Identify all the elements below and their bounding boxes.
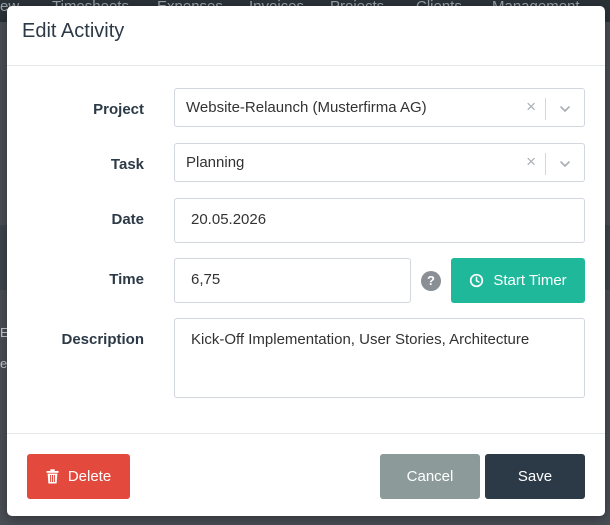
project-label: Project xyxy=(93,101,144,118)
dialog-title: Edit Activity xyxy=(22,20,125,42)
save-button[interactable]: Save xyxy=(485,454,585,499)
start-timer-button[interactable]: Start Timer xyxy=(451,258,585,303)
date-label: Date xyxy=(111,211,144,228)
chevron-down-icon[interactable] xyxy=(559,158,571,170)
task-label: Task xyxy=(110,156,144,173)
delete-button[interactable]: Delete xyxy=(27,454,130,499)
task-value: Planning xyxy=(186,154,245,171)
edit-activity-dialog: Edit Activity Project Website-Relaunch (… xyxy=(7,6,605,516)
description-textarea[interactable]: Kick-Off Implementation, User Stories, A… xyxy=(174,318,585,398)
description-label: Description xyxy=(61,331,144,348)
project-select[interactable]: Website-Relaunch (Musterfirma AG) × xyxy=(174,88,585,127)
date-input[interactable]: 20.05.2026 xyxy=(174,198,585,243)
time-value: 6,75 xyxy=(191,271,221,288)
project-clear-icon[interactable]: × xyxy=(526,97,536,117)
time-label: Time xyxy=(109,271,144,288)
start-timer-label: Start Timer xyxy=(493,272,567,289)
select-separator xyxy=(545,98,546,120)
clock-icon xyxy=(469,273,484,288)
task-clear-icon[interactable]: × xyxy=(526,152,536,172)
delete-label: Delete xyxy=(67,468,112,485)
chevron-down-icon[interactable] xyxy=(559,103,571,115)
description-value: Kick-Off Implementation, User Stories, A… xyxy=(191,331,530,348)
cancel-label: Cancel xyxy=(406,468,454,485)
time-input[interactable]: 6,75 xyxy=(174,258,411,303)
dialog-footer-divider xyxy=(7,433,605,434)
date-value: 20.05.2026 xyxy=(191,211,267,228)
project-value: Website-Relaunch (Musterfirma AG) xyxy=(186,99,427,116)
select-separator xyxy=(545,153,546,175)
save-label: Save xyxy=(517,468,553,485)
trash-icon xyxy=(46,469,59,484)
dialog-header: Edit Activity xyxy=(7,6,605,66)
help-icon[interactable]: ? xyxy=(421,271,441,291)
cancel-button[interactable]: Cancel xyxy=(380,454,480,499)
task-select[interactable]: Planning × xyxy=(174,143,585,182)
